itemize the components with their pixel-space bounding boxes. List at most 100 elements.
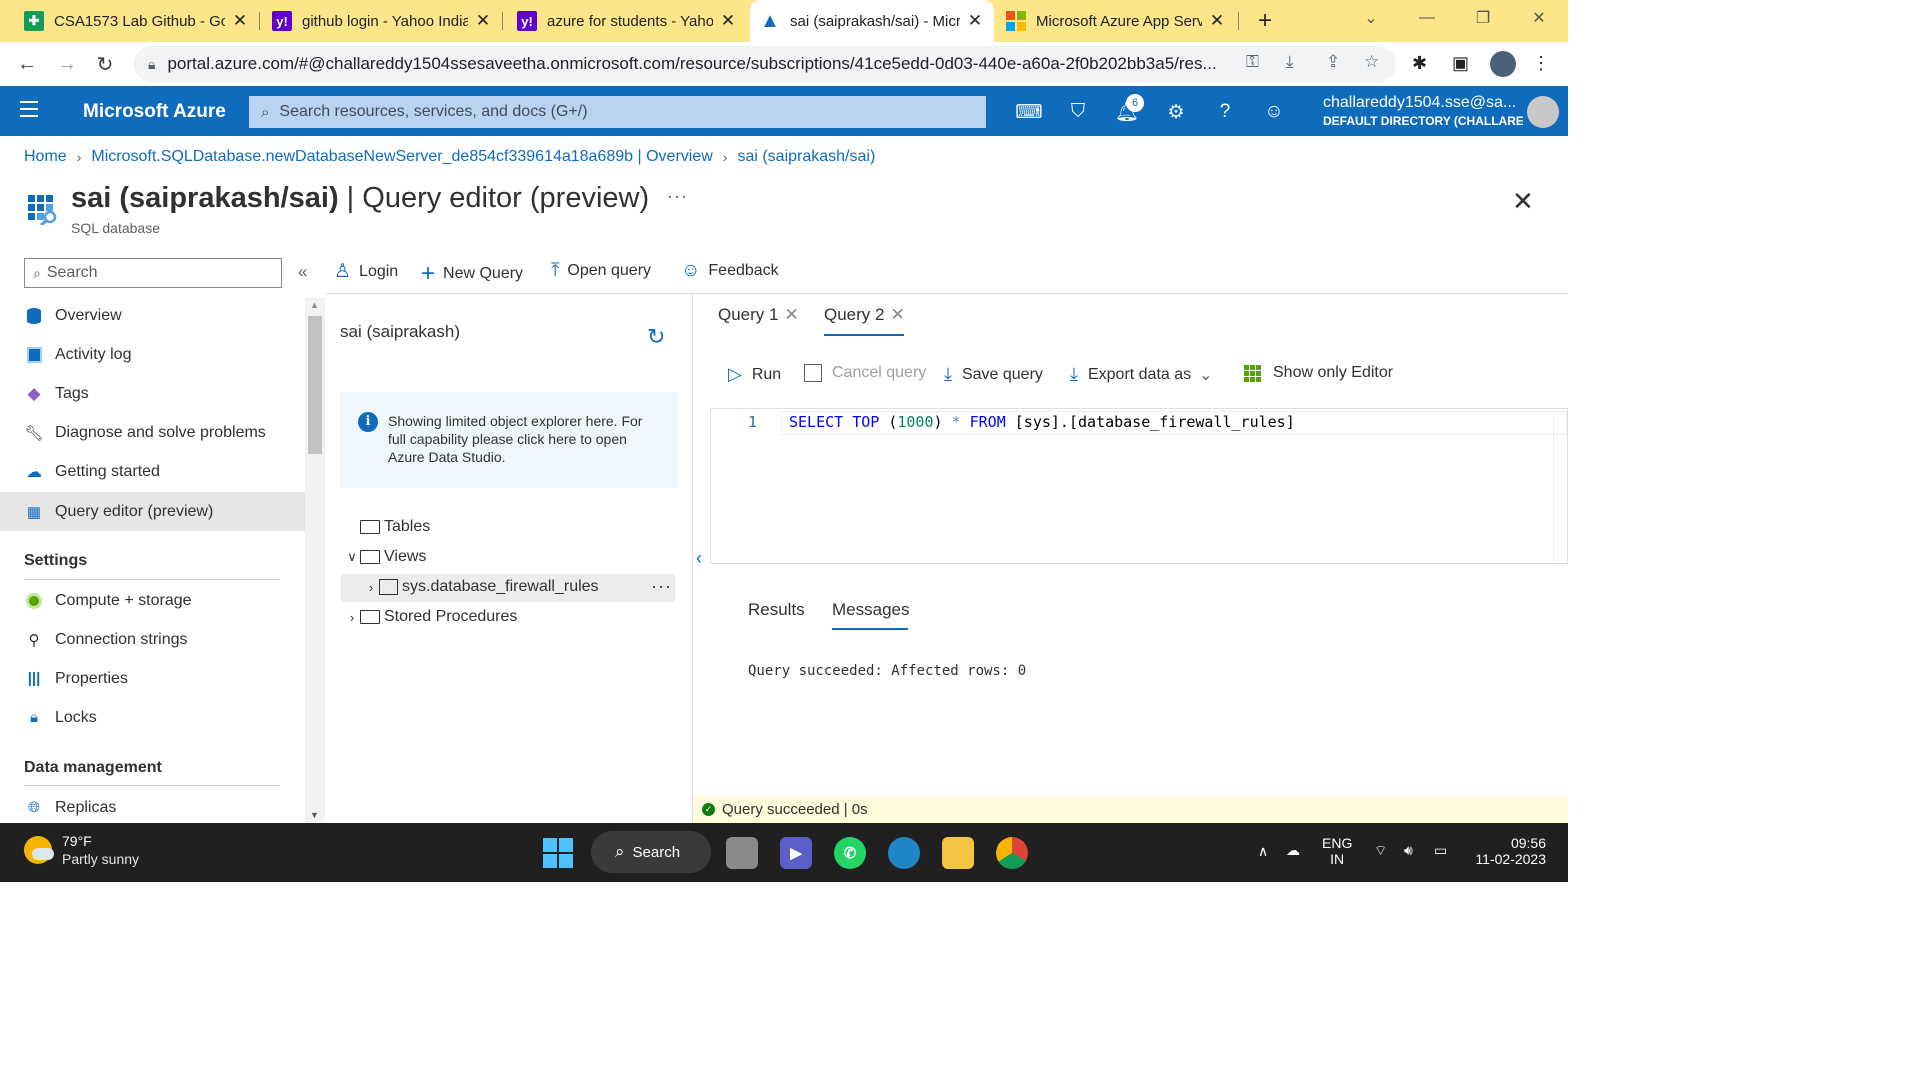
- help-icon[interactable]: ?: [1212, 99, 1238, 125]
- share-icon[interactable]: ⇪: [1326, 52, 1340, 72]
- scroll-up-icon[interactable]: ▲: [310, 300, 319, 310]
- forward-arrow-icon[interactable]: →: [52, 50, 82, 78]
- sql-editor[interactable]: 1 SELECT TOP (1000) * FROM [sys].[databa…: [710, 408, 1568, 564]
- menu-item-getting-started[interactable]: ☁ Getting started: [0, 452, 305, 491]
- input-language-indicator[interactable]: ENG IN: [1322, 835, 1352, 867]
- close-icon[interactable]: ✕: [890, 305, 904, 325]
- minimize-icon[interactable]: —: [1404, 0, 1450, 36]
- menu-item-replicas[interactable]: 🌐︎ Replicas: [0, 788, 305, 827]
- clock[interactable]: 09:56 11-02-2023: [1472, 835, 1546, 867]
- reload-icon[interactable]: ↻: [90, 50, 120, 78]
- menu-search-input[interactable]: ⌕ Search: [24, 258, 282, 288]
- export-data-dropdown[interactable]: ⤓ Export data as ⌄: [1070, 364, 1213, 385]
- tree-node-stored-procedures[interactable]: › Stored Procedures: [344, 608, 518, 626]
- taskbar-search-button[interactable]: ⌕ Search: [591, 831, 711, 873]
- windows-start-icon[interactable]: [543, 838, 573, 868]
- browser-tab-3[interactable]: y! azure for students - Yahoo ✕: [507, 0, 747, 42]
- global-search-input[interactable]: ⌕ Search resources, services, and docs (…: [249, 96, 986, 128]
- battery-icon[interactable]: ▭: [1434, 842, 1447, 859]
- bookmark-star-icon[interactable]: ☆: [1364, 52, 1379, 72]
- sql-code-line[interactable]: SELECT TOP (1000) * FROM [sys].[database…: [789, 413, 1295, 431]
- menu-item-diagnose[interactable]: 🔧︎ Diagnose and solve problems: [0, 413, 305, 452]
- show-only-editor-button[interactable]: Show only Editor: [1244, 364, 1393, 382]
- refresh-icon[interactable]: ↻: [647, 324, 665, 350]
- tree-node-view-item[interactable]: › sys.database_firewall_rules: [363, 578, 599, 596]
- directory-filter-icon[interactable]: ⛉: [1065, 99, 1091, 125]
- file-explorer-icon[interactable]: [942, 837, 974, 869]
- restore-icon[interactable]: ❐: [1460, 0, 1506, 36]
- azure-brand[interactable]: Microsoft Azure: [83, 101, 226, 123]
- whatsapp-icon[interactable]: ✆: [834, 837, 866, 869]
- chrome-icon[interactable]: [996, 837, 1028, 869]
- volume-icon[interactable]: 🔊︎: [1404, 842, 1413, 859]
- menu-item-properties[interactable]: ||| Properties: [0, 659, 305, 698]
- tab-query-2[interactable]: Query 2 ✕: [824, 305, 905, 325]
- profile-avatar-icon[interactable]: [1490, 51, 1516, 77]
- browser-menu-icon[interactable]: ⋮: [1532, 53, 1550, 74]
- close-tab-icon[interactable]: ✕: [231, 11, 249, 31]
- back-arrow-icon[interactable]: ←: [12, 50, 42, 78]
- tree-node-views[interactable]: ∨ Views: [344, 548, 426, 566]
- login-button[interactable]: ♙ Login: [334, 260, 398, 283]
- side-panel-icon[interactable]: ▣: [1452, 53, 1469, 74]
- show-hidden-icons-chevron-icon[interactable]: ∧: [1258, 843, 1268, 860]
- account-info[interactable]: challareddy1504.sse@sa... DEFAULT DIRECT…: [1323, 94, 1523, 128]
- more-options-icon[interactable]: ···: [667, 186, 688, 207]
- browser-tab-5[interactable]: Microsoft Azure App Serv ✕: [996, 0, 1236, 42]
- new-query-button[interactable]: + New Query: [421, 260, 523, 288]
- window-close-icon[interactable]: ✕: [1516, 0, 1562, 36]
- browser-tab-2[interactable]: y! github login - Yahoo India ✕: [262, 0, 502, 42]
- run-button[interactable]: ▷ Run: [728, 364, 781, 385]
- close-tab-icon[interactable]: ✕: [1208, 11, 1226, 31]
- tab-messages[interactable]: Messages: [832, 600, 909, 620]
- menu-item-connection-strings[interactable]: ⚲ Connection strings: [0, 620, 305, 659]
- editor-scrollbar[interactable]: [1553, 409, 1567, 563]
- chevron-down-icon[interactable]: ∨: [344, 549, 360, 565]
- scroll-down-icon[interactable]: ▼: [310, 810, 319, 820]
- breadcrumb-deployment[interactable]: Microsoft.SQLDatabase.newDatabaseNewServ…: [91, 148, 712, 166]
- cancel-query-button[interactable]: Cancel query: [804, 364, 926, 382]
- menu-item-locks[interactable]: 🔒︎ Locks: [0, 698, 305, 737]
- teams-chat-icon[interactable]: ▶: [780, 837, 812, 869]
- info-banner[interactable]: i Showing limited object explorer here. …: [340, 392, 677, 488]
- edge-browser-icon[interactable]: [888, 837, 920, 869]
- portal-menu-icon[interactable]: [20, 101, 38, 122]
- password-key-icon[interactable]: ⚿: [1246, 52, 1259, 72]
- scrollbar-thumb[interactable]: [308, 316, 322, 454]
- install-app-icon[interactable]: ⤓: [1286, 52, 1294, 72]
- feedback-button[interactable]: ☺ Feedback: [681, 260, 779, 282]
- close-icon[interactable]: ✕: [784, 305, 798, 325]
- breadcrumb-home[interactable]: Home: [24, 148, 67, 166]
- tab-query-1[interactable]: Query 1 ✕: [718, 305, 799, 325]
- close-tab-icon[interactable]: ✕: [966, 11, 984, 31]
- save-query-button[interactable]: ⤓ Save query: [944, 364, 1043, 385]
- menu-item-activity-log[interactable]: Activity log: [0, 335, 305, 374]
- more-options-icon[interactable]: ···: [651, 576, 672, 597]
- cloud-shell-icon[interactable]: ⌨: [1015, 99, 1042, 125]
- menu-item-overview[interactable]: Overview: [0, 296, 305, 335]
- onedrive-icon[interactable]: ☁: [1286, 842, 1300, 859]
- weather-widget[interactable]: 79°F Partly sunny: [24, 833, 139, 867]
- chevron-left-icon[interactable]: ‹: [696, 548, 702, 569]
- extensions-puzzle-icon[interactable]: ✱: [1412, 53, 1427, 74]
- wifi-icon[interactable]: ⌔: [1374, 842, 1387, 860]
- menu-item-tags[interactable]: ◆ Tags: [0, 374, 305, 413]
- chevron-right-icon[interactable]: ›: [363, 580, 379, 595]
- open-query-button[interactable]: ⤒ Open query: [551, 260, 651, 282]
- tab-results[interactable]: Results: [748, 600, 805, 620]
- feedback-icon[interactable]: ☺: [1261, 99, 1287, 125]
- close-blade-icon[interactable]: ✕: [1512, 186, 1534, 217]
- browser-tab-1[interactable]: ✚ CSA1573 Lab Github - Go ✕: [14, 0, 259, 42]
- close-tab-icon[interactable]: ✕: [474, 11, 492, 31]
- menu-item-compute-storage[interactable]: Compute + storage: [0, 581, 305, 620]
- collapse-menu-icon[interactable]: «: [298, 262, 307, 282]
- chevron-right-icon[interactable]: ›: [344, 610, 360, 625]
- settings-gear-icon[interactable]: ⚙: [1163, 99, 1189, 125]
- task-view-icon[interactable]: [726, 837, 758, 869]
- address-bar[interactable]: 🔒︎ portal.azure.com/#@challareddy1504sse…: [134, 46, 1396, 82]
- menu-scrollbar[interactable]: ▲ ▼: [305, 298, 325, 822]
- avatar[interactable]: [1527, 96, 1559, 128]
- close-tab-icon[interactable]: ✕: [719, 11, 737, 31]
- new-tab-button[interactable]: +: [1248, 0, 1282, 42]
- tree-node-tables[interactable]: Tables: [344, 518, 430, 536]
